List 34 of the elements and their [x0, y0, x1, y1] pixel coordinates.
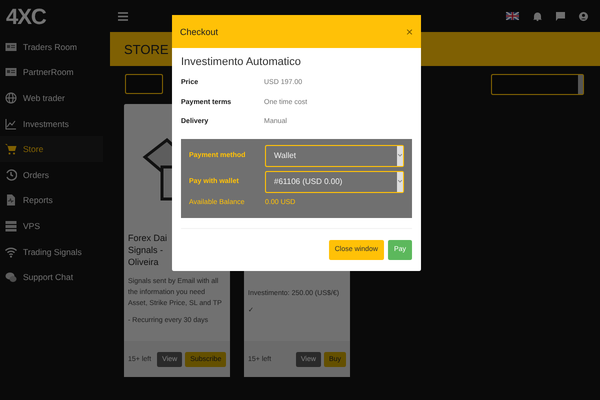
- sidebar-item[interactable]: Reports: [0, 188, 103, 214]
- sidebar-item[interactable]: Orders: [0, 162, 103, 188]
- chat-bubbles-icon: [5, 271, 17, 284]
- bell-icon[interactable]: [533, 11, 542, 21]
- sort-select[interactable]: [491, 74, 584, 95]
- flag-icon[interactable]: [506, 12, 519, 20]
- sidebar-item[interactable]: Support Chat: [0, 264, 103, 290]
- sidebar-item[interactable]: VPS: [0, 213, 103, 239]
- id-card-icon: [5, 66, 17, 78]
- cart-icon: [5, 143, 17, 156]
- id-card-icon: [5, 40, 17, 53]
- sidebar-item[interactable]: Store: [0, 136, 103, 162]
- product-name: Investimento Automatico: [181, 56, 302, 68]
- server-icon: [5, 220, 17, 232]
- chevron-down-icon: [398, 154, 402, 157]
- globe-icon: [5, 92, 17, 104]
- report-icon: [5, 194, 17, 206]
- chevron-down-icon: [398, 180, 402, 183]
- sidebar-item[interactable]: Traders Room: [0, 34, 103, 60]
- brand-logo: 4XC: [5, 3, 47, 31]
- user-icon[interactable]: [579, 12, 588, 20]
- history-icon: [5, 168, 17, 181]
- sidebar-item[interactable]: PartnerRoom: [0, 60, 103, 86]
- sidebar-item[interactable]: Web trader: [0, 85, 103, 111]
- message-icon[interactable]: [556, 12, 565, 20]
- payment-select[interactable]: Wallet: [265, 144, 404, 166]
- wifi-icon: [5, 246, 17, 258]
- line-chart-icon: [5, 118, 17, 130]
- filter-field[interactable]: [125, 74, 163, 94]
- sidebar-item[interactable]: Trading Signals: [0, 238, 103, 264]
- payment-select[interactable]: #61106 (USD 0.00): [265, 170, 404, 192]
- product-title: Forex Dai Signals - Oliveira: [127, 232, 168, 269]
- sidebar-item[interactable]: Investments: [0, 110, 103, 136]
- menu-icon[interactable]: [118, 12, 128, 20]
